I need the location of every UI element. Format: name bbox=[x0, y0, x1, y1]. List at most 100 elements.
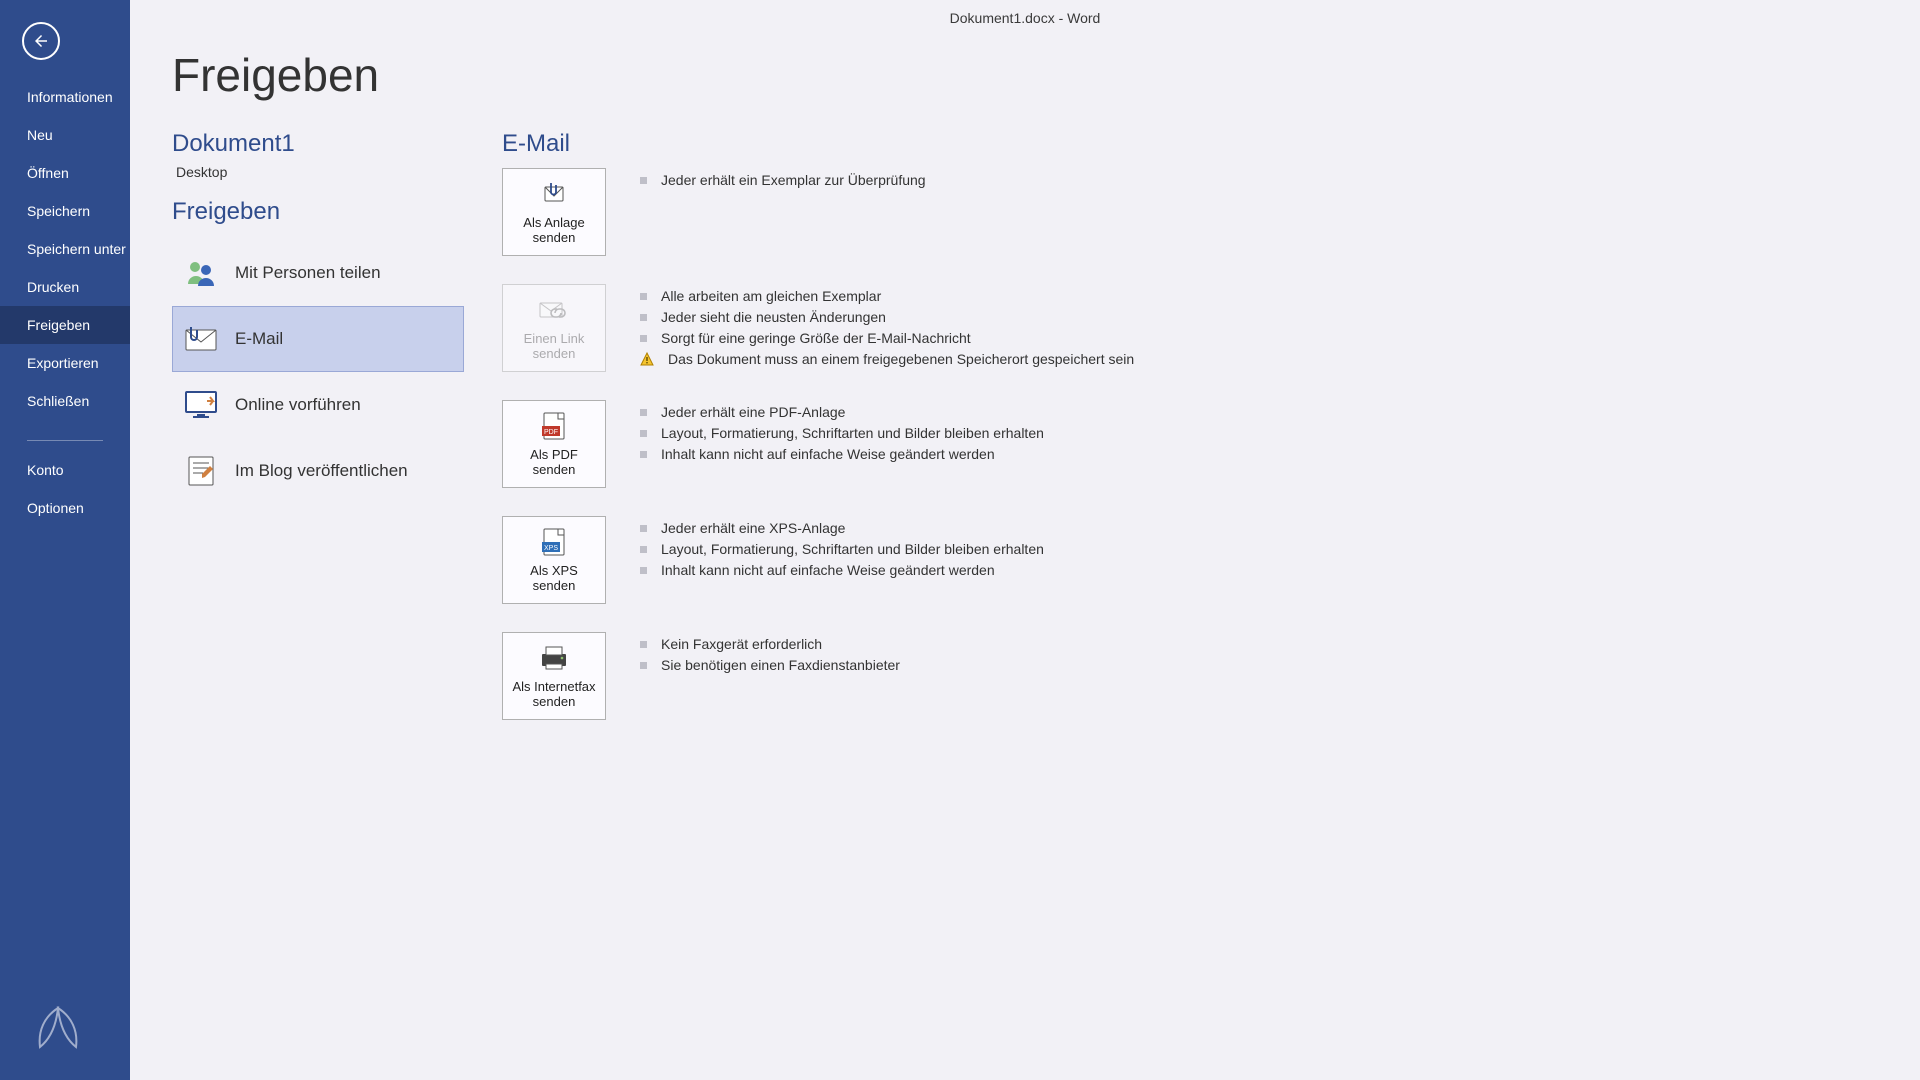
description-text: Layout, Formatierung, Schriftarten und B… bbox=[661, 541, 1044, 557]
share-option-blog[interactable]: Im Blog veröffentlichen bbox=[172, 438, 464, 504]
description-item: Kein Faxgerät erforderlich bbox=[640, 636, 900, 652]
action-button-label: Als Internetfax senden bbox=[509, 679, 599, 709]
fax-icon bbox=[540, 643, 568, 673]
description-text: Jeder erhält ein Exemplar zur Überprüfun… bbox=[661, 172, 926, 188]
description-text: Sorgt für eine geringe Größe der E-Mail-… bbox=[661, 330, 971, 346]
email-action-row: Einen Link senden Alle arbeiten am gleich… bbox=[502, 284, 1878, 372]
send-xps-button[interactable]: XPSAls XPS senden bbox=[502, 516, 606, 604]
description-text: Layout, Formatierung, Schriftarten und B… bbox=[661, 425, 1044, 441]
bullet-icon bbox=[640, 525, 647, 532]
sidebar-item-speichern-unter[interactable]: Speichern unter bbox=[0, 230, 130, 268]
send-attach-button[interactable]: Als Anlage senden bbox=[502, 168, 606, 256]
sidebar-item-öffnen[interactable]: Öffnen bbox=[0, 154, 130, 192]
share-option-label: Mit Personen teilen bbox=[235, 263, 381, 283]
description-text: Das Dokument muss an einem freigegebenen… bbox=[668, 351, 1134, 367]
bullet-icon bbox=[640, 314, 647, 321]
description-text: Inhalt kann nicht auf einfache Weise geä… bbox=[661, 446, 995, 462]
page-title: Freigeben bbox=[172, 48, 1878, 102]
back-button[interactable] bbox=[22, 22, 60, 60]
share-options-list: Mit Personen teilen E-Mail Online vorführe… bbox=[172, 240, 464, 504]
email-section-title: E-Mail bbox=[502, 130, 1878, 158]
mail-attach-icon bbox=[185, 323, 217, 355]
action-description-list: Alle arbeiten am gleichen Exemplar Jeder … bbox=[640, 284, 1134, 367]
sidebar-item-schließen[interactable]: Schließen bbox=[0, 382, 130, 420]
sidebar-item-freigeben[interactable]: Freigeben bbox=[0, 306, 130, 344]
blog-icon bbox=[185, 455, 217, 487]
columns: Dokument1 Desktop Freigeben Mit Personen… bbox=[172, 130, 1878, 748]
bullet-icon bbox=[640, 662, 647, 669]
email-action-row: PDFAls PDF senden Jeder erhält eine PDF-A… bbox=[502, 400, 1878, 488]
warning-icon bbox=[640, 352, 654, 366]
description-item: Layout, Formatierung, Schriftarten und B… bbox=[640, 541, 1044, 557]
sidebar-item-exportieren[interactable]: Exportieren bbox=[0, 344, 130, 382]
bullet-icon bbox=[640, 335, 647, 342]
backstage-view: InformationenNeuÖffnenSpeichernSpeichern… bbox=[0, 0, 1920, 1080]
sidebar-item-konto[interactable]: Konto bbox=[0, 451, 130, 489]
sidebar: InformationenNeuÖffnenSpeichernSpeichern… bbox=[0, 0, 130, 1080]
description-item: Jeder sieht die neusten Änderungen bbox=[640, 309, 1134, 325]
share-option-label: Online vorführen bbox=[235, 395, 361, 415]
sidebar-item-speichern[interactable]: Speichern bbox=[0, 192, 130, 230]
bullet-icon bbox=[640, 451, 647, 458]
share-option-label: Im Blog veröffentlichen bbox=[235, 461, 408, 481]
action-button-label: Als XPS senden bbox=[509, 563, 599, 593]
share-option-screen[interactable]: Online vorführen bbox=[172, 372, 464, 438]
description-item: Sie benötigen einen Faxdienstanbieter bbox=[640, 657, 900, 673]
description-text: Alle arbeiten am gleichen Exemplar bbox=[661, 288, 881, 304]
share-option-people[interactable]: Mit Personen teilen bbox=[172, 240, 464, 306]
sidebar-item-neu[interactable]: Neu bbox=[0, 116, 130, 154]
description-text: Jeder sieht die neusten Änderungen bbox=[661, 309, 886, 325]
description-text: Kein Faxgerät erforderlich bbox=[661, 636, 822, 652]
attach-icon bbox=[542, 179, 566, 209]
description-item: Inhalt kann nicht auf einfache Weise geä… bbox=[640, 446, 1044, 462]
description-item: Sorgt für eine geringe Größe der E-Mail-… bbox=[640, 330, 1134, 346]
description-text: Jeder erhält eine PDF-Anlage bbox=[661, 404, 845, 420]
email-detail-column: E-Mail Als Anlage senden Jeder erhält ein… bbox=[502, 130, 1878, 748]
document-name: Dokument1 bbox=[172, 130, 464, 158]
app-logo-icon bbox=[30, 1003, 86, 1062]
main-area: Dokument1.docx - Word Freigeben Dokument… bbox=[130, 0, 1920, 1080]
svg-text:PDF: PDF bbox=[544, 429, 558, 436]
send-fax-button[interactable]: Als Internetfax senden bbox=[502, 632, 606, 720]
description-item: Jeder erhält ein Exemplar zur Überprüfun… bbox=[640, 172, 926, 188]
email-action-row: Als Anlage senden Jeder erhält ein Exempl… bbox=[502, 168, 1878, 256]
description-item: Inhalt kann nicht auf einfache Weise geä… bbox=[640, 562, 1044, 578]
bullet-icon bbox=[640, 567, 647, 574]
description-item: Jeder erhält eine PDF-Anlage bbox=[640, 404, 1044, 420]
description-text: Sie benötigen einen Faxdienstanbieter bbox=[661, 657, 900, 673]
action-button-label: Einen Link senden bbox=[509, 331, 599, 361]
document-location: Desktop bbox=[176, 164, 464, 180]
window-title: Dokument1.docx - Word bbox=[130, 10, 1920, 26]
share-option-label: E-Mail bbox=[235, 329, 283, 349]
action-description-list: Jeder erhält eine XPS-Anlage Layout, Form… bbox=[640, 516, 1044, 578]
sidebar-item-optionen[interactable]: Optionen bbox=[0, 489, 130, 527]
sidebar-divider bbox=[27, 440, 103, 441]
send-pdf-button[interactable]: PDFAls PDF senden bbox=[502, 400, 606, 488]
bullet-icon bbox=[640, 430, 647, 437]
description-item: Alle arbeiten am gleichen Exemplar bbox=[640, 288, 1134, 304]
bullet-icon bbox=[640, 177, 647, 184]
description-text: Jeder erhält eine XPS-Anlage bbox=[661, 520, 845, 536]
share-subheading: Freigeben bbox=[172, 198, 464, 226]
bullet-icon bbox=[640, 293, 647, 300]
share-option-mail-attach[interactable]: E-Mail bbox=[172, 306, 464, 372]
bullet-icon bbox=[640, 641, 647, 648]
email-action-row: Als Internetfax senden Kein Faxgerät erfo… bbox=[502, 632, 1878, 720]
sidebar-menu: InformationenNeuÖffnenSpeichernSpeichern… bbox=[0, 78, 130, 420]
sidebar-item-informationen[interactable]: Informationen bbox=[0, 78, 130, 116]
bullet-icon bbox=[640, 409, 647, 416]
people-icon bbox=[185, 257, 217, 289]
screen-icon bbox=[185, 389, 217, 421]
arrow-left-icon bbox=[32, 32, 50, 50]
email-action-row: XPSAls XPS senden Jeder erhält eine XPS-A… bbox=[502, 516, 1878, 604]
bullet-icon bbox=[640, 546, 647, 553]
sidebar-item-drucken[interactable]: Drucken bbox=[0, 268, 130, 306]
link-icon bbox=[539, 295, 569, 325]
description-item: Das Dokument muss an einem freigegebenen… bbox=[640, 351, 1134, 367]
share-list-column: Dokument1 Desktop Freigeben Mit Personen… bbox=[172, 130, 464, 748]
send-link-button: Einen Link senden bbox=[502, 284, 606, 372]
email-actions: Als Anlage senden Jeder erhält ein Exempl… bbox=[502, 168, 1878, 720]
action-button-label: Als Anlage senden bbox=[509, 215, 599, 245]
action-description-list: Kein Faxgerät erforderlich Sie benötigen … bbox=[640, 632, 900, 673]
description-item: Jeder erhält eine XPS-Anlage bbox=[640, 520, 1044, 536]
